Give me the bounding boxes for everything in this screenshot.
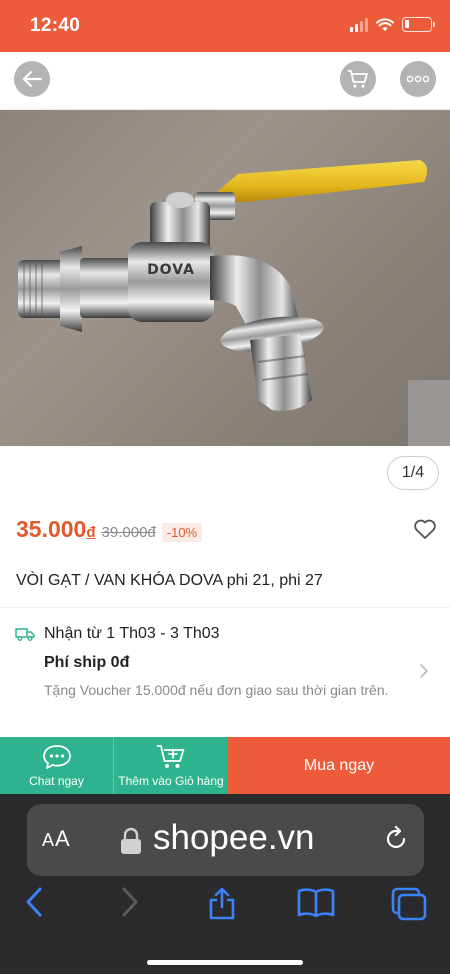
back-arrow-icon bbox=[22, 70, 43, 88]
product-title: VÒI GẠT / VAN KHÓA DOVA phi 21, phi 27 bbox=[16, 572, 323, 589]
wifi-icon bbox=[376, 17, 394, 31]
cellular-signal-icon bbox=[350, 17, 368, 32]
status-time: 12:40 bbox=[30, 15, 81, 36]
buy-now-button[interactable]: Mua ngay bbox=[228, 737, 450, 794]
reader-settings-button[interactable]: AA bbox=[42, 826, 71, 852]
original-price: 39.000đ bbox=[101, 524, 156, 541]
aa-small: A bbox=[42, 830, 56, 850]
add-to-cart-icon bbox=[157, 745, 185, 768]
share-icon[interactable] bbox=[206, 886, 238, 920]
current-price-value: 35.000 bbox=[16, 516, 87, 542]
image-corner-overlay bbox=[408, 380, 450, 446]
browser-back-icon[interactable] bbox=[24, 886, 44, 918]
cart-button[interactable] bbox=[340, 61, 376, 97]
back-button[interactable] bbox=[14, 61, 50, 97]
add-to-cart-button[interactable]: Thêm vào Giỏ hàng bbox=[114, 737, 228, 794]
status-bar: 12:40 bbox=[0, 0, 450, 52]
faucet-illustration: DOVA bbox=[18, 160, 428, 411]
address-bar[interactable]: AA shopee.vn bbox=[27, 804, 424, 876]
heart-icon[interactable] bbox=[413, 518, 437, 540]
status-icons bbox=[350, 17, 435, 32]
add-to-cart-label: Thêm vào Giỏ hàng bbox=[118, 774, 224, 788]
top-nav bbox=[0, 52, 450, 110]
tabs-icon[interactable] bbox=[390, 886, 428, 922]
battery-icon bbox=[402, 17, 435, 32]
discount-badge: -10% bbox=[161, 523, 203, 542]
image-counter: 1/4 bbox=[387, 456, 439, 490]
faucet-brand-text: DOVA bbox=[147, 262, 195, 278]
home-indicator bbox=[147, 960, 303, 965]
shipping-section[interactable]: Nhận từ 1 Th03 - 3 Th03 Phí ship 0đ Tặng… bbox=[0, 608, 450, 736]
aa-big: A bbox=[55, 826, 71, 851]
chevron-right-icon bbox=[420, 664, 429, 678]
product-image[interactable]: DOVA bbox=[0, 110, 450, 446]
chat-button[interactable]: Chat ngay bbox=[0, 737, 114, 794]
url-text: shopee.vn bbox=[153, 818, 315, 857]
chat-label: Chat ngay bbox=[29, 774, 84, 788]
voucher-note: Tặng Voucher 15.000đ nếu đơn giao sau th… bbox=[44, 682, 389, 698]
cart-icon bbox=[348, 70, 368, 88]
lock-icon bbox=[121, 827, 141, 854]
current-price: 35.000đ bbox=[16, 516, 96, 543]
shipping-fee: Phí ship 0đ bbox=[44, 654, 130, 671]
currency-symbol: đ bbox=[86, 524, 96, 541]
chat-icon bbox=[42, 745, 71, 769]
price-row: 35.000đ 39.000đ -10% bbox=[16, 516, 203, 543]
delivery-date: Nhận từ 1 Th03 - 3 Th03 bbox=[44, 625, 220, 642]
more-icon bbox=[406, 75, 430, 83]
browser-nav bbox=[0, 886, 450, 926]
bookmarks-icon[interactable] bbox=[296, 886, 336, 918]
action-bar: Chat ngay Thêm vào Giỏ hàng Mua ngay bbox=[0, 737, 450, 794]
more-button[interactable] bbox=[400, 61, 436, 97]
reload-icon[interactable] bbox=[383, 826, 409, 852]
truck-icon bbox=[15, 628, 35, 641]
browser-forward-icon[interactable] bbox=[120, 886, 140, 918]
browser-toolbar: AA shopee.vn bbox=[0, 794, 450, 974]
